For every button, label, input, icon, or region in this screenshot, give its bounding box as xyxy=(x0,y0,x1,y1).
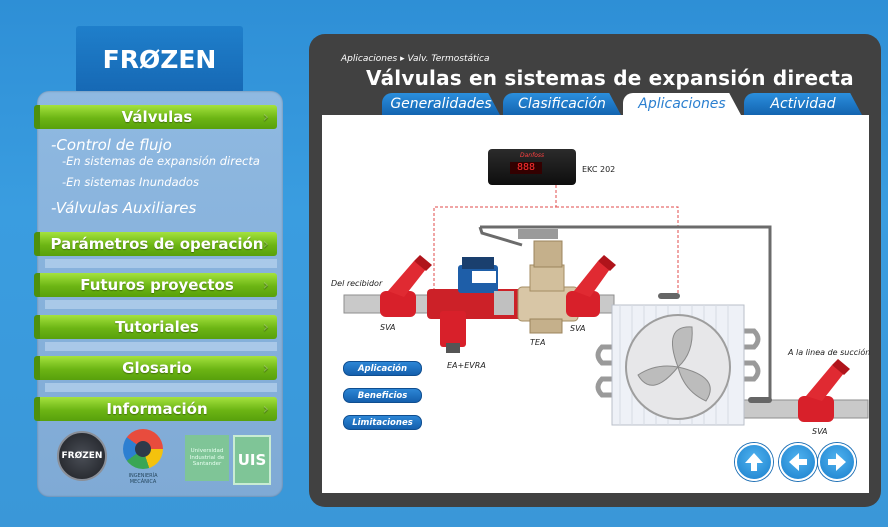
sva-right-label: SVA xyxy=(812,427,828,436)
tab-generalidades[interactable]: Generalidades xyxy=(382,93,500,115)
divider xyxy=(45,300,277,309)
tab-aplicaciones[interactable]: Aplicaciones xyxy=(623,93,741,115)
chevron-right-icon: › xyxy=(262,399,269,418)
menu-glosario-button[interactable]: Glosario › xyxy=(34,356,277,380)
ea-evra-label: EA+EVRA xyxy=(447,361,486,370)
up-button[interactable] xyxy=(735,443,773,481)
del-recibidor-label: Del recibidor xyxy=(331,279,383,288)
sidebar: Válvulas › -Control de flujo -En sistema… xyxy=(34,91,283,497)
tab-actividad[interactable]: Actividad xyxy=(744,93,862,115)
uis-text-logo: Universidad Industrial de Santander xyxy=(185,435,229,481)
frozen-logo: FRØZEN xyxy=(76,26,243,93)
frozen-badge-logo: FRØZEN xyxy=(57,431,107,481)
menu-label: Información xyxy=(106,400,208,418)
menu-edge xyxy=(34,315,40,339)
sva-left-label: SVA xyxy=(380,323,396,332)
aplicacion-button[interactable]: Aplicación xyxy=(343,361,422,376)
menu-informacion-button[interactable]: Información › xyxy=(34,397,277,421)
submenu-inundados[interactable]: -En sistemas Inundados xyxy=(62,175,199,189)
menu-label: Futuros proyectos xyxy=(80,276,234,294)
chevron-right-icon: › xyxy=(262,234,269,253)
menu-edge xyxy=(34,397,40,421)
equalizer-line-tail xyxy=(478,226,523,247)
logo-text: FRØZEN xyxy=(102,45,217,74)
arrow-right-icon xyxy=(828,453,846,471)
chevron-right-icon: › xyxy=(262,275,269,294)
arrow-left-icon xyxy=(789,453,807,471)
tab-clasificacion[interactable]: Clasificación xyxy=(503,93,621,115)
menu-edge xyxy=(34,232,40,256)
danfoss-logo: Danfoss xyxy=(520,152,545,159)
ingenieria-mecanica-logo xyxy=(123,429,163,469)
tea-label: TEA xyxy=(530,338,546,347)
menu-tutoriales-button[interactable]: Tutoriales › xyxy=(34,315,277,339)
divider xyxy=(45,342,277,351)
tea-expansion-valve xyxy=(517,229,579,334)
menu-futuros-button[interactable]: Futuros proyectos › xyxy=(34,273,277,297)
forward-button[interactable] xyxy=(818,443,856,481)
menu-parametros-button[interactable]: Parámetros de operación › xyxy=(34,232,277,256)
badge-text: FRØZEN xyxy=(61,451,103,461)
ekc-controller: Danfoss 888 xyxy=(488,149,576,185)
equalizer-connector xyxy=(748,397,772,403)
logo-center xyxy=(135,441,151,457)
beneficios-button[interactable]: Beneficios xyxy=(343,388,422,403)
breadcrumb: Aplicaciones ▸ Valv. Termostática xyxy=(341,54,490,64)
ekc-label: EKC 202 xyxy=(582,165,616,174)
menu-label: Válvulas xyxy=(121,108,193,126)
menu-edge xyxy=(34,356,40,380)
menu-label: Parámetros de operación xyxy=(50,235,264,253)
submenu-expansion-directa[interactable]: -En sistemas de expansión directa xyxy=(62,154,260,168)
divider xyxy=(45,383,277,392)
page-title: Válvulas en sistemas de expansión direct… xyxy=(366,66,854,90)
limitaciones-button[interactable]: Limitaciones xyxy=(343,415,422,430)
chevron-right-icon: › xyxy=(262,107,269,126)
menu-valvulas-button[interactable]: Válvulas › xyxy=(34,105,277,129)
ingenieria-logo-text: INGENIERÍA MECÁNICA xyxy=(128,473,158,485)
divider xyxy=(45,259,277,268)
arrow-up-icon xyxy=(745,453,763,471)
chevron-right-icon: › xyxy=(262,358,269,377)
menu-label: Glosario xyxy=(122,359,192,377)
menu-edge xyxy=(34,273,40,297)
evra-solenoid-valve xyxy=(427,257,527,353)
submenu-control-flujo[interactable]: -Control de flujo xyxy=(51,136,172,154)
institution-logos: FRØZEN INGENIERÍA MECÁNICA Universidad I… xyxy=(51,429,281,487)
menu-edge xyxy=(34,105,40,129)
back-button[interactable] xyxy=(779,443,817,481)
sva-middle-label: SVA xyxy=(570,324,586,333)
menu-label: Tutoriales xyxy=(115,318,199,336)
linea-succion-label: A la linea de succión xyxy=(788,348,871,357)
uis-mark-logo: UIS xyxy=(233,435,271,485)
controller-display: 888 xyxy=(510,162,542,174)
sensor-bulb xyxy=(658,293,680,299)
control-wire-sensor xyxy=(556,206,679,295)
submenu-valvulas-auxiliares[interactable]: -Válvulas Auxiliares xyxy=(51,199,196,217)
chevron-right-icon: › xyxy=(262,317,269,336)
